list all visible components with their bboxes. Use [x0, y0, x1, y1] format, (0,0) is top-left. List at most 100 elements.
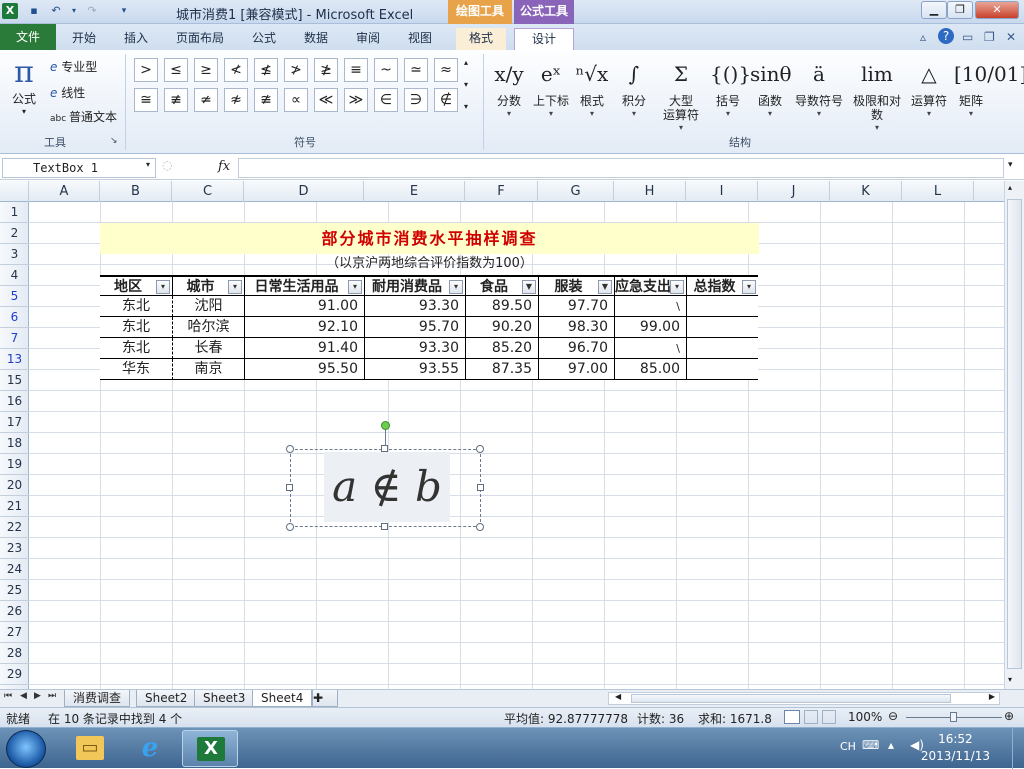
row-header[interactable]: 4: [0, 265, 29, 286]
row-header[interactable]: 20: [0, 475, 29, 496]
symbol-button[interactable]: ≈: [434, 58, 458, 82]
filter-dropdown-icon[interactable]: ▾: [156, 280, 170, 294]
structure-button[interactable]: sinθ 函数 ▾: [750, 54, 792, 120]
tab-data[interactable]: 数据: [298, 28, 334, 50]
column-header[interactable]: J: [758, 181, 830, 202]
tab-format[interactable]: 格式: [456, 28, 506, 50]
maximize-button[interactable]: ❐: [947, 1, 973, 19]
filter-dropdown-icon[interactable]: ▾: [742, 280, 756, 294]
expand-formula-bar-icon[interactable]: ▾: [1008, 160, 1013, 170]
keyboard-icon[interactable]: ⌨: [862, 738, 879, 752]
structure-button[interactable]: eˣ 上下标 ▾: [530, 54, 572, 120]
table-cell[interactable]: [686, 317, 758, 338]
symbol-button[interactable]: ≉: [224, 88, 248, 112]
row-header[interactable]: 6: [0, 307, 29, 328]
row-header[interactable]: 24: [0, 559, 29, 580]
row-header[interactable]: 23: [0, 538, 29, 559]
table-cell[interactable]: 东北: [100, 296, 172, 317]
table-cell[interactable]: 华东: [100, 359, 172, 380]
table-cell[interactable]: 99.00: [614, 317, 686, 338]
table-cell[interactable]: 沈阳: [172, 296, 244, 317]
help-icon[interactable]: ?: [938, 28, 954, 44]
symbol-button[interactable]: ≰: [254, 58, 278, 82]
sheet-tab[interactable]: 消费调查: [64, 690, 131, 707]
plain-text-button[interactable]: abc 普通文本: [50, 108, 117, 125]
insert-function-icon[interactable]: fx: [218, 159, 230, 174]
table-cell[interactable]: 85.20: [465, 338, 538, 359]
table-cell[interactable]: 长春: [172, 338, 244, 359]
row-header[interactable]: 15: [0, 370, 29, 391]
column-header[interactable]: F: [465, 181, 538, 202]
symbol-button[interactable]: ≯: [284, 58, 308, 82]
structure-button[interactable]: {()} 括号 ▾: [710, 54, 751, 120]
zoom-slider-thumb[interactable]: [950, 712, 957, 722]
tab-page-layout[interactable]: 页面布局: [170, 28, 230, 50]
undo-icon[interactable]: ↶: [48, 3, 64, 19]
row-header[interactable]: 3: [0, 244, 29, 265]
formula-input[interactable]: [238, 158, 1004, 178]
row-header[interactable]: 26: [0, 601, 29, 622]
table-header-cell[interactable]: 应急支出 ▾: [614, 275, 686, 296]
doc-restore-icon[interactable]: ❐: [984, 30, 995, 44]
doc-close-icon[interactable]: ✕: [1006, 30, 1016, 44]
sheet-tab[interactable]: Sheet3: [194, 690, 255, 707]
row-header[interactable]: 17: [0, 412, 29, 433]
column-header[interactable]: L: [902, 181, 974, 202]
doc-minimize-icon[interactable]: ▭: [962, 30, 973, 44]
sheet-subtitle[interactable]: （以京沪两地综合评价指数为100）: [100, 254, 759, 274]
row-header[interactable]: 16: [0, 391, 29, 412]
equation-content[interactable]: a ∉ b: [324, 452, 450, 522]
first-sheet-icon[interactable]: ⏮: [4, 691, 12, 701]
table-header-cell[interactable]: 地区 ▾: [100, 275, 172, 296]
name-box-dropdown-icon[interactable]: ▾: [146, 160, 150, 169]
horizontal-scroll-thumb[interactable]: [631, 694, 951, 703]
row-header[interactable]: 21: [0, 496, 29, 517]
tab-insert[interactable]: 插入: [118, 28, 154, 50]
structure-button[interactable]: x/y 分数 ▾: [492, 54, 526, 120]
customize-qat-icon[interactable]: ▾: [116, 3, 132, 19]
table-header-cell[interactable]: 食品 ▼: [465, 275, 538, 296]
column-header[interactable]: A: [29, 181, 100, 202]
sheet-tab-active[interactable]: Sheet4: [252, 690, 313, 707]
filter-active-icon[interactable]: ▼: [522, 280, 536, 294]
row-header[interactable]: 2: [0, 223, 29, 244]
scroll-down-arrow-icon[interactable]: ▾: [1008, 675, 1012, 684]
structure-button[interactable]: [10/01] 矩阵 ▾: [954, 54, 1024, 120]
row-header[interactable]: 28: [0, 643, 29, 664]
table-cell[interactable]: 东北: [100, 338, 172, 359]
undo-dropdown-icon[interactable]: ▾: [66, 3, 82, 19]
symbol-button[interactable]: ≪: [314, 88, 338, 112]
table-cell[interactable]: 92.10: [244, 317, 364, 338]
close-button[interactable]: ✕: [975, 1, 1019, 19]
table-cell[interactable]: 87.35: [465, 359, 538, 380]
sheet-title[interactable]: 部分城市消费水平抽样调查: [100, 223, 759, 254]
save-icon[interactable]: ▪: [26, 3, 42, 19]
professional-button[interactable]: e 专业型: [50, 58, 97, 75]
table-cell[interactable]: 哈尔滨: [172, 317, 244, 338]
table-cell[interactable]: 93.30: [364, 338, 465, 359]
symbol-button[interactable]: ≇: [254, 88, 278, 112]
scroll-down-icon[interactable]: ▾: [464, 80, 468, 89]
prev-sheet-icon[interactable]: ◀: [20, 691, 27, 701]
column-header[interactable]: H: [614, 181, 686, 202]
column-header[interactable]: C: [172, 181, 244, 202]
column-header[interactable]: G: [538, 181, 614, 202]
excel-logo-icon[interactable]: X: [2, 3, 18, 19]
dialog-launcher-icon[interactable]: ↘: [110, 136, 118, 146]
rotate-handle[interactable]: [381, 421, 390, 430]
symbol-button[interactable]: ≤: [164, 58, 188, 82]
row-header[interactable]: 19: [0, 454, 29, 475]
table-cell[interactable]: [686, 296, 758, 317]
tab-design[interactable]: 设计: [514, 28, 574, 50]
table-cell[interactable]: 98.30: [538, 317, 614, 338]
symbol-button[interactable]: ≃: [404, 58, 428, 82]
page-break-view-icon[interactable]: [822, 710, 836, 724]
insert-sheet-icon[interactable]: ✚: [312, 690, 338, 707]
row-header[interactable]: 1: [0, 202, 29, 223]
symbol-button[interactable]: >: [134, 58, 158, 82]
table-cell[interactable]: \: [614, 296, 686, 317]
symbol-button[interactable]: ∉: [434, 88, 458, 112]
table-cell[interactable]: 91.40: [244, 338, 364, 359]
structure-button[interactable]: Σ 大型 运算符 ▾: [660, 54, 702, 134]
equation-button[interactable]: π 公式 ▾: [8, 56, 40, 117]
